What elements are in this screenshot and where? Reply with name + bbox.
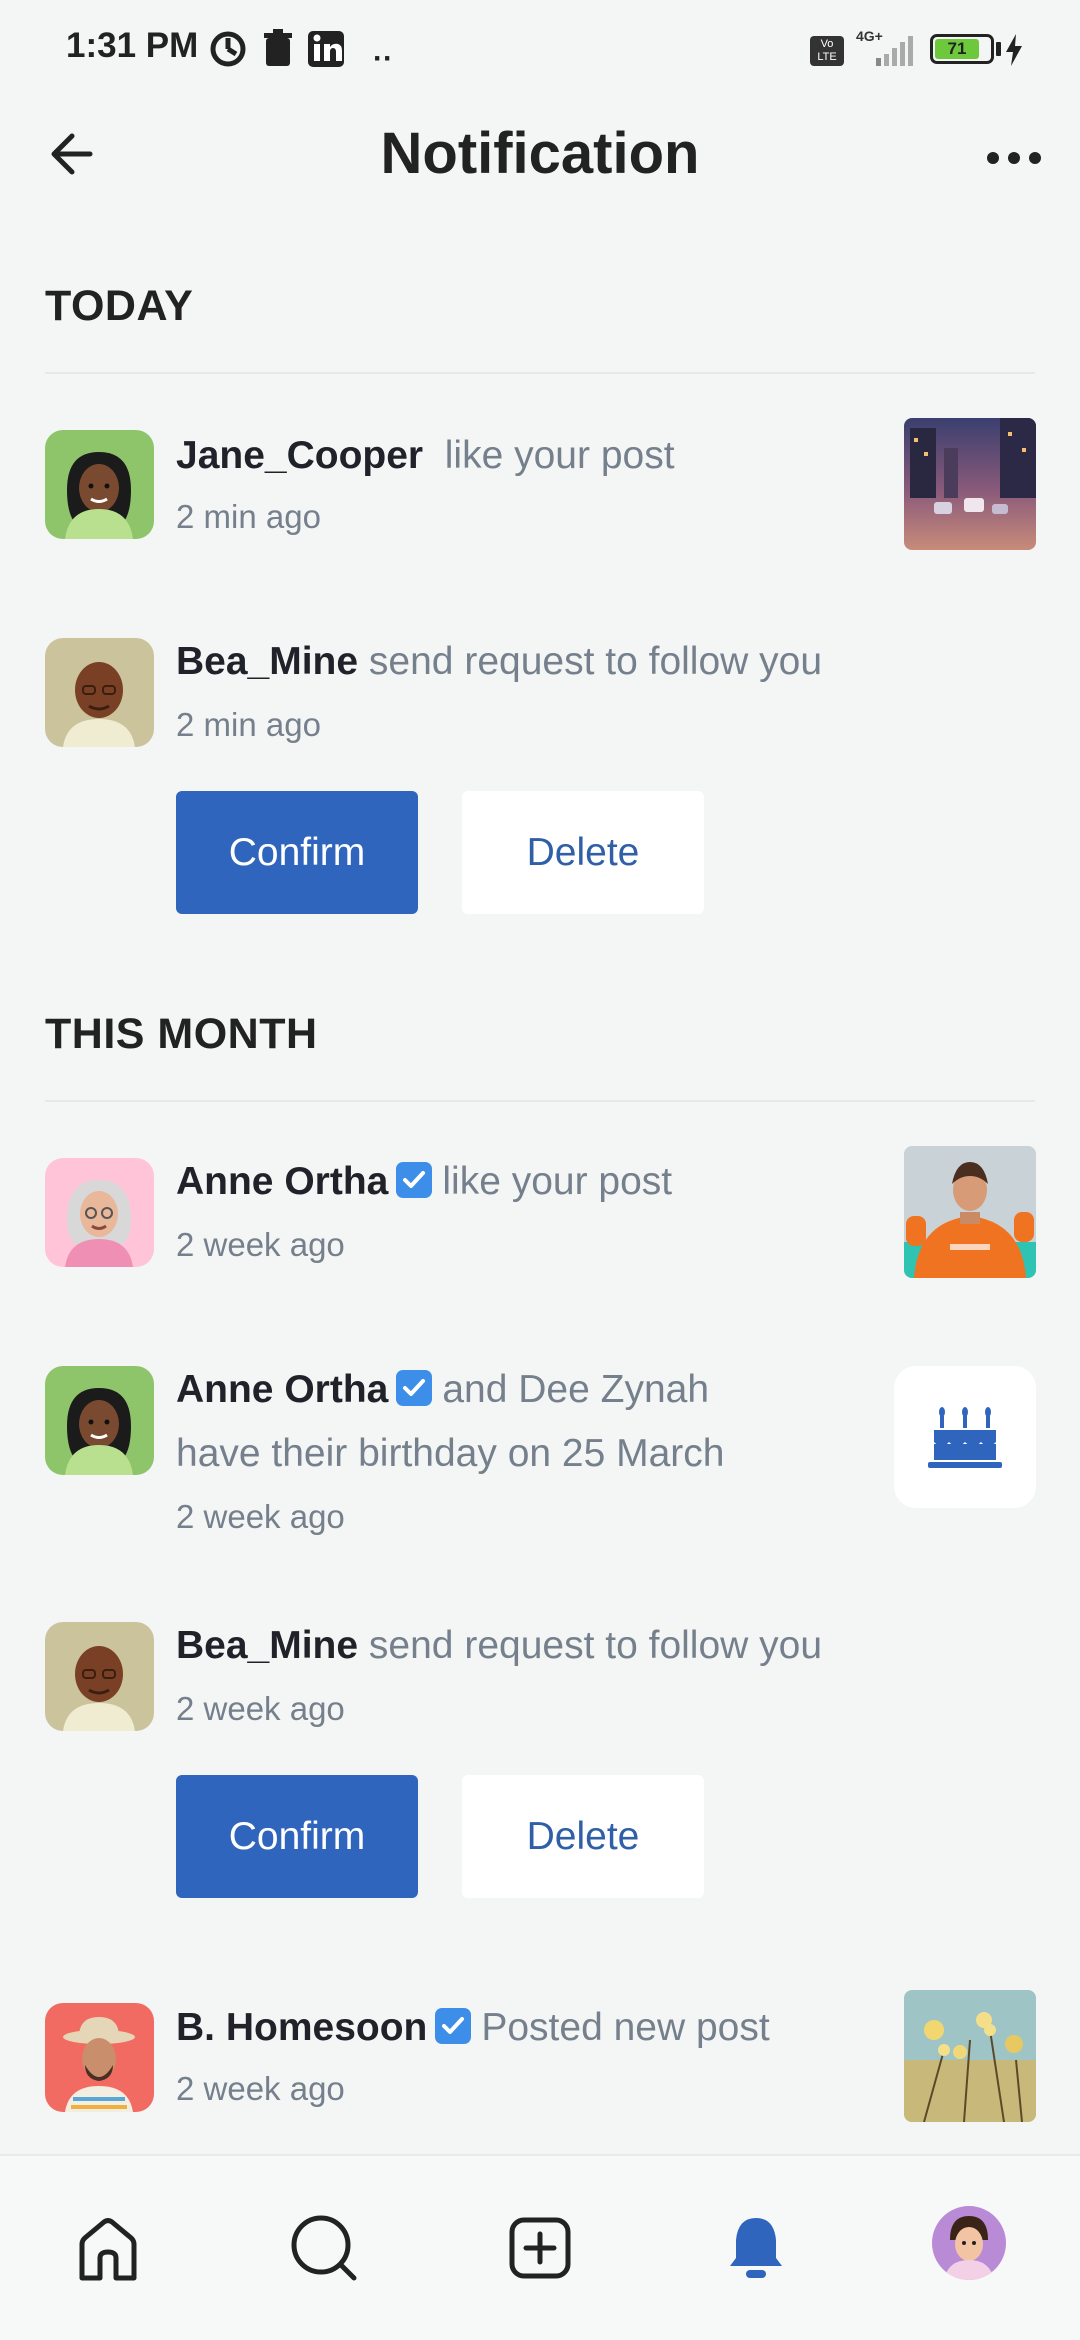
section-title-this-month: THIS MONTH <box>45 1010 318 1058</box>
post-thumbnail[interactable] <box>904 418 1036 550</box>
notification-text: B. Homesoon Posted new post <box>176 2006 770 2050</box>
action-text: have their birthday on 25 March <box>176 1432 725 1475</box>
timestamp: 2 min ago <box>176 498 321 535</box>
username[interactable]: Anne Ortha <box>176 1160 388 1203</box>
timestamp: 2 week ago <box>176 1690 345 1727</box>
username[interactable]: Anne Ortha <box>176 1368 388 1411</box>
volte-icon: Vo LTE <box>810 36 844 66</box>
username[interactable]: Bea_Mine <box>176 640 358 683</box>
more-options-icon[interactable] <box>980 138 1050 178</box>
notification-bell-icon[interactable] <box>716 2208 796 2288</box>
verified-badge-icon <box>396 1162 433 1198</box>
search-icon[interactable] <box>284 2208 364 2288</box>
post-thumbnail[interactable] <box>904 1146 1036 1278</box>
username[interactable]: Jane_Cooper <box>176 434 423 477</box>
username[interactable]: Bea_Mine <box>176 1624 358 1667</box>
profile-avatar[interactable] <box>932 2206 1006 2280</box>
divider <box>45 1100 1035 1102</box>
timer-icon <box>210 31 246 67</box>
action-text: send request to follow you <box>368 640 823 683</box>
username[interactable]: B. Homesoon <box>176 2006 427 2049</box>
birthday-card[interactable] <box>894 1366 1036 1508</box>
action-text: and Dee Zynah <box>442 1368 710 1411</box>
notification-text: Anne Ortha and Dee Zynah <box>176 1368 709 1412</box>
action-text: like your post <box>442 1160 673 1203</box>
trash-icon <box>264 29 292 66</box>
action-text: like your post <box>444 434 675 477</box>
avatar[interactable] <box>45 2003 154 2112</box>
timestamp: 2 week ago <box>176 1226 345 1263</box>
timestamp: 2 min ago <box>176 706 321 743</box>
status-bar: 1:31 PM ·· Vo LTE 4G+ 71 <box>0 0 1080 100</box>
timestamp: 2 week ago <box>176 2070 345 2107</box>
verified-badge-icon <box>396 1370 433 1406</box>
avatar[interactable] <box>45 1622 154 1731</box>
linkedin-icon <box>308 31 344 67</box>
verified-badge-icon <box>435 2008 472 2044</box>
battery-level: 71 <box>935 39 979 59</box>
add-post-icon[interactable] <box>500 2208 580 2288</box>
battery-tip <box>996 42 1001 56</box>
section-title-today: TODAY <box>45 282 194 330</box>
notification-text: Bea_Mine send request to follow you <box>176 1624 822 1668</box>
more-notifications-dots: ·· <box>373 42 393 75</box>
confirm-button[interactable]: Confirm <box>176 1775 418 1898</box>
avatar[interactable] <box>45 1366 154 1475</box>
post-thumbnail[interactable] <box>904 1990 1036 2122</box>
notification-text-continued: have their birthday on 25 March <box>176 1432 724 1476</box>
home-icon[interactable] <box>68 2208 148 2288</box>
delete-button[interactable]: Delete <box>462 791 704 914</box>
birthday-cake-icon <box>928 1407 1002 1468</box>
timestamp: 2 week ago <box>176 1498 345 1535</box>
notification-text: Anne Ortha like your post <box>176 1160 672 1204</box>
avatar[interactable] <box>45 430 154 539</box>
bottom-navigation <box>0 2154 1080 2340</box>
status-time: 1:31 PM <box>66 26 199 65</box>
action-text: send request to follow you <box>368 1624 823 1667</box>
notification-text: Bea_Mine send request to follow you <box>176 640 822 684</box>
action-text: Posted new post <box>481 2006 770 2049</box>
confirm-button[interactable]: Confirm <box>176 791 418 914</box>
divider <box>45 372 1035 374</box>
delete-button[interactable]: Delete <box>462 1775 704 1898</box>
page-title: Notification <box>380 121 700 186</box>
battery-icon: 71 <box>930 34 994 64</box>
charging-icon <box>1006 34 1022 66</box>
signal-icon <box>876 36 913 66</box>
notification-text: Jane_Cooper like your post <box>176 434 675 478</box>
avatar[interactable] <box>45 638 154 747</box>
avatar[interactable] <box>45 1158 154 1267</box>
